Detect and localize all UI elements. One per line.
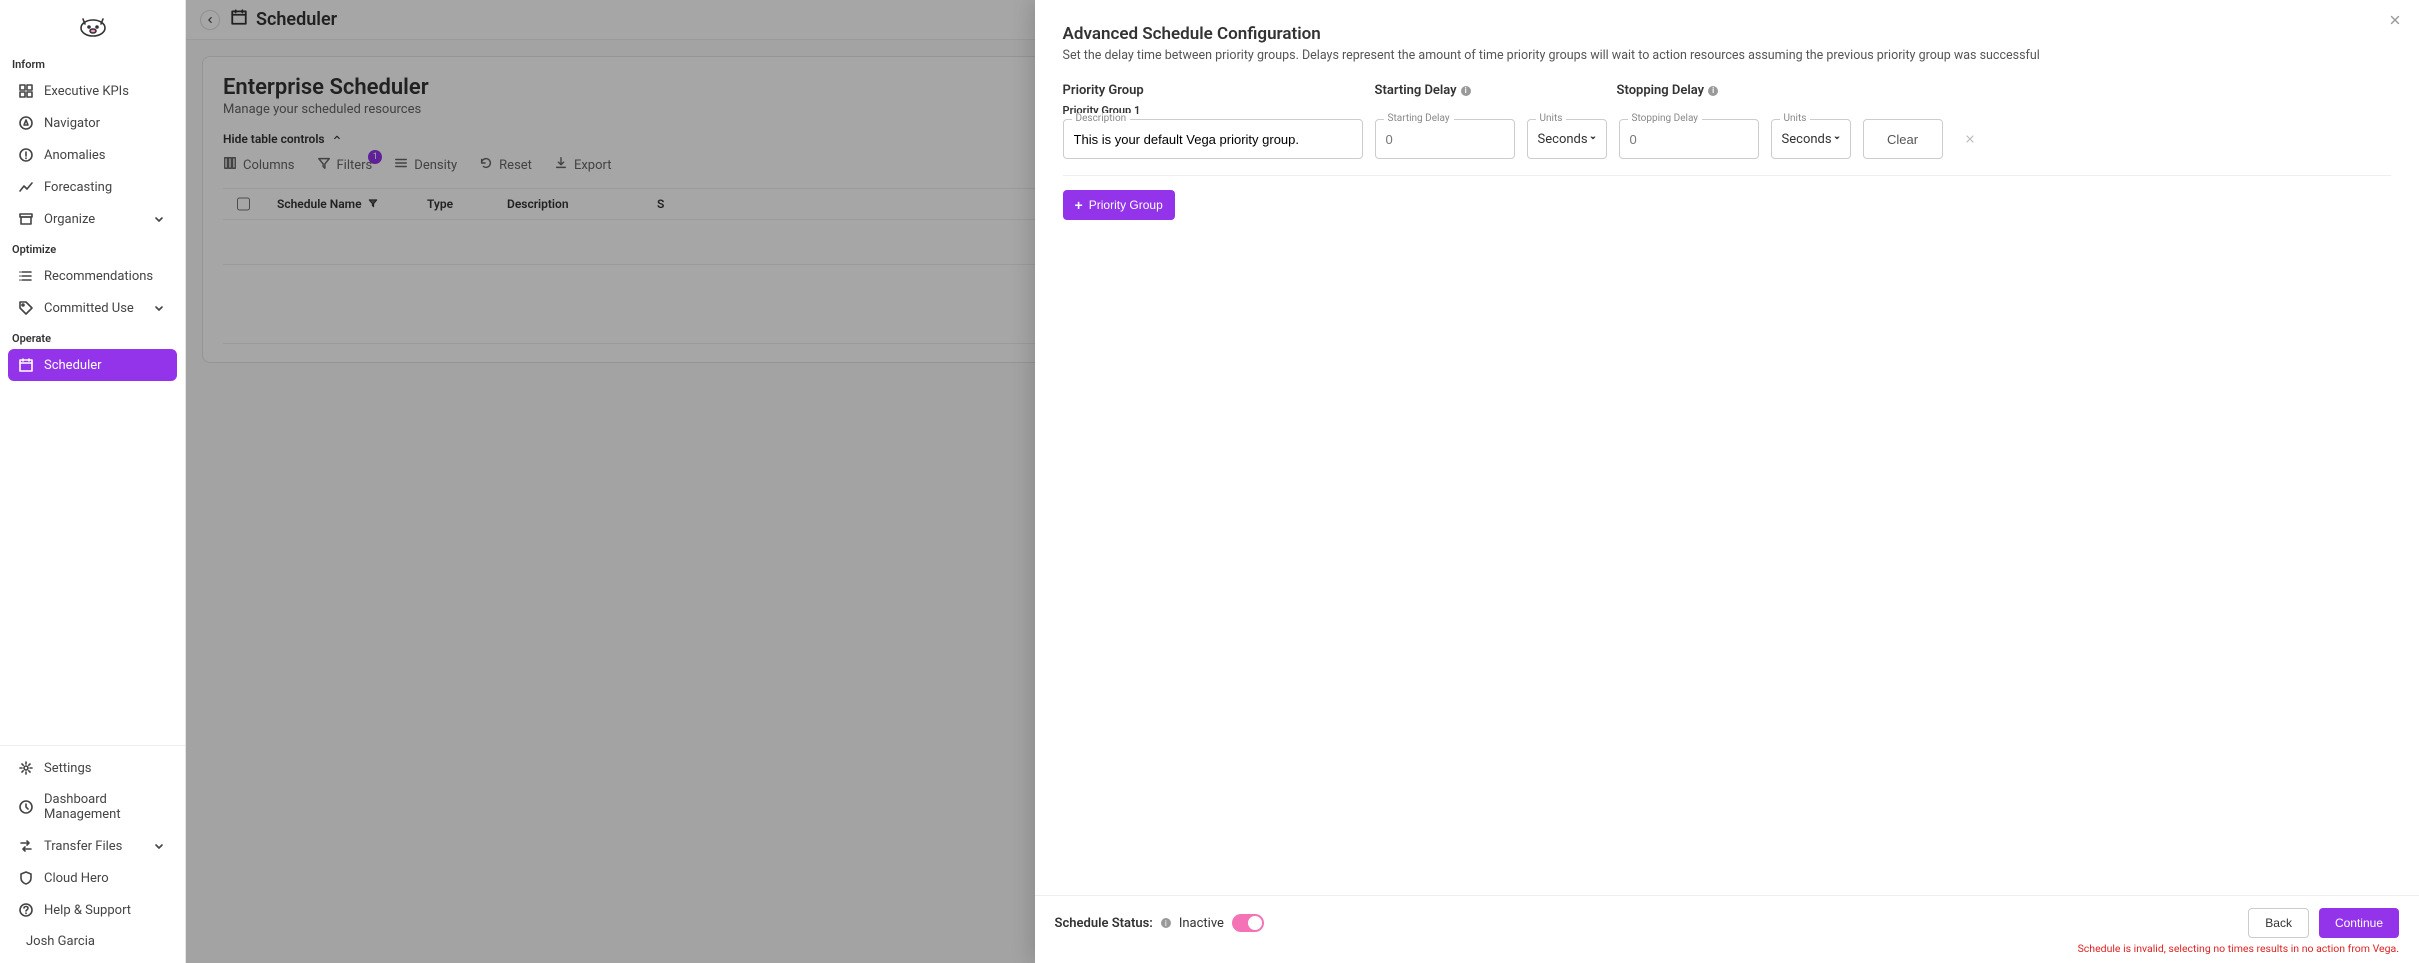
sidebar-item-label: Help & Support	[44, 903, 131, 918]
trend-icon	[18, 179, 34, 195]
sidebar-item-recommendations[interactable]: Recommendations	[8, 260, 177, 292]
sidebar-item-label: Anomalies	[44, 148, 105, 163]
sidebar-item-settings[interactable]: Settings	[8, 752, 177, 784]
sidebar-item-transfer-files[interactable]: Transfer Files	[8, 830, 177, 862]
chevron-down-icon	[151, 838, 167, 854]
drawer-footer: Schedule Status: i Inactive Back Continu…	[1035, 895, 2419, 963]
transfer-icon	[18, 838, 34, 854]
plus-icon: +	[1075, 197, 1083, 213]
chevron-down-icon	[1588, 132, 1598, 147]
stopping-delay-field[interactable]: Stopping Delay	[1619, 119, 1759, 159]
chevron-down-icon	[151, 300, 167, 316]
header-stopping-delay: Stopping Delay i	[1617, 83, 1847, 98]
sidebar-item-committed-use[interactable]: Committed Use	[8, 292, 177, 324]
drawer-description: Set the delay time between priority grou…	[1063, 48, 2391, 63]
sidebar-item-label: Recommendations	[44, 269, 153, 284]
info-icon[interactable]: i	[1161, 918, 1171, 928]
gear-icon	[18, 760, 34, 776]
user-name: Josh Garcia	[26, 934, 159, 949]
starting-delay-input[interactable]	[1386, 132, 1504, 147]
sidebar-item-organize[interactable]: Organize	[8, 203, 177, 235]
continue-button[interactable]: Continue	[2319, 908, 2399, 938]
sidebar-item-label: Settings	[44, 761, 91, 776]
chevron-down-icon	[151, 211, 167, 227]
main-area: Scheduler Enterprise Scheduler Manage yo…	[186, 0, 2419, 963]
sidebar-item-anomalies[interactable]: Anomalies	[8, 139, 177, 171]
compass-icon	[18, 115, 34, 131]
dashboard-icon	[18, 83, 34, 99]
stopping-delay-input[interactable]	[1630, 132, 1748, 147]
list-icon	[18, 268, 34, 284]
config-drawer: Advanced Schedule Configuration Set the …	[1035, 0, 2419, 963]
sidebar-item-dashboard-management[interactable]: Dashboard Management	[8, 784, 177, 830]
sidebar-item-label: Cloud Hero	[44, 871, 109, 886]
section-optimize: Optimize	[8, 235, 177, 260]
section-inform: Inform	[8, 50, 177, 75]
schedule-status-label: Schedule Status:	[1055, 916, 1153, 931]
user-row[interactable]: Josh Garcia	[8, 926, 177, 957]
status-inactive: Inactive	[1179, 916, 1224, 931]
header-starting-delay: Starting Delay i	[1375, 83, 1605, 98]
sidebar-item-label: Forecasting	[44, 180, 112, 195]
priority-group-1-label: Priority Group 1	[1063, 104, 2391, 117]
header-priority-group: Priority Group	[1063, 83, 1363, 98]
description-input[interactable]	[1074, 132, 1352, 147]
priority-group-row: Description Starting Delay Units Seconds…	[1063, 119, 2391, 176]
description-field[interactable]: Description	[1063, 119, 1363, 159]
sidebar-item-help-support[interactable]: Help & Support	[8, 894, 177, 926]
starting-delay-field[interactable]: Starting Delay	[1375, 119, 1515, 159]
sidebar-item-label: Scheduler	[44, 358, 102, 373]
close-button[interactable]	[2385, 10, 2405, 30]
alert-icon	[18, 147, 34, 163]
sidebar-item-label: Dashboard Management	[44, 792, 167, 822]
clear-button[interactable]: Clear	[1863, 119, 1943, 159]
stopping-units-select[interactable]: Units Seconds	[1771, 119, 1851, 159]
logo	[0, 0, 185, 50]
shield-icon	[18, 870, 34, 886]
sidebar-item-label: Navigator	[44, 116, 100, 131]
help-icon	[18, 902, 34, 918]
tag-icon	[18, 300, 34, 316]
sidebar-item-label: Transfer Files	[44, 839, 122, 854]
sidebar-item-label: Executive KPIs	[44, 84, 129, 99]
sidebar-item-executive-kpis[interactable]: Executive KPIs	[8, 75, 177, 107]
sidebar-item-navigator[interactable]: Navigator	[8, 107, 177, 139]
sidebar-item-scheduler[interactable]: Scheduler	[8, 349, 177, 381]
section-operate: Operate	[8, 324, 177, 349]
starting-units-select[interactable]: Units Seconds	[1527, 119, 1607, 159]
remove-group-button[interactable]	[1955, 133, 1985, 145]
sidebar-item-forecasting[interactable]: Forecasting	[8, 171, 177, 203]
archive-icon	[18, 211, 34, 227]
calendar-icon	[18, 357, 34, 373]
sidebar-item-label: Organize	[44, 212, 95, 227]
sidebar-item-cloud-hero[interactable]: Cloud Hero	[8, 862, 177, 894]
chevron-down-icon	[1832, 132, 1842, 147]
footer-error: Schedule is invalid, selecting no times …	[1055, 942, 2399, 955]
info-icon[interactable]: i	[1708, 86, 1718, 96]
info-icon[interactable]: i	[1461, 86, 1471, 96]
add-priority-group-button[interactable]: + Priority Group	[1063, 190, 1175, 220]
drawer-title: Advanced Schedule Configuration	[1063, 24, 2391, 44]
back-button[interactable]: Back	[2248, 908, 2309, 938]
clock-icon	[18, 799, 34, 815]
status-toggle[interactable]	[1232, 914, 1264, 932]
sidebar: Inform Executive KPIs Navigator Anomalie…	[0, 0, 186, 963]
sidebar-item-label: Committed Use	[44, 301, 134, 316]
